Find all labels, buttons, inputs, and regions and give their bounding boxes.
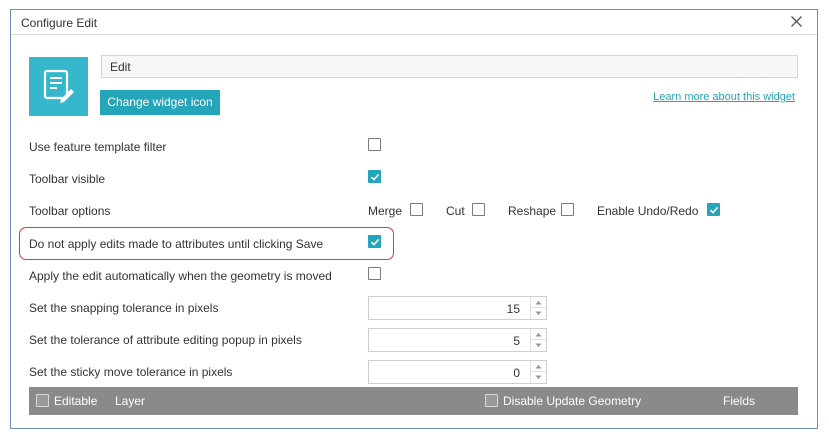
spin-up-icon[interactable] — [531, 297, 546, 308]
editable-column-header: Editable — [54, 394, 98, 408]
spin-down-icon[interactable] — [531, 372, 546, 383]
spin-up-icon[interactable] — [531, 361, 546, 372]
popup-tolerance-input[interactable]: 5 — [368, 328, 547, 352]
merge-option-label: Merge — [368, 204, 403, 218]
feature-template-filter-label: Use feature template filter — [29, 140, 167, 154]
toolbar-options-label: Toolbar options — [29, 204, 111, 218]
merge-checkbox[interactable] — [410, 203, 423, 216]
fields-column-header: Fields — [723, 394, 756, 408]
cut-checkbox[interactable] — [472, 203, 485, 216]
snapping-tolerance-spinner — [530, 297, 546, 319]
feature-template-filter-checkbox[interactable] — [368, 138, 381, 151]
widget-name-input[interactable] — [101, 55, 798, 78]
dialog-titlebar: Configure Edit — [11, 10, 817, 35]
undo-redo-option-label: Enable Undo/Redo — [597, 204, 699, 218]
toolbar-visible-checkbox[interactable] — [368, 170, 381, 183]
reshape-checkbox[interactable] — [561, 203, 574, 216]
toolbar-visible-label: Toolbar visible — [29, 172, 106, 186]
editable-all-checkbox[interactable] — [36, 394, 49, 407]
sticky-move-tolerance-label: Set the sticky move tolerance in pixels — [29, 365, 233, 379]
dialog-title: Configure Edit — [21, 16, 98, 30]
learn-more-link[interactable]: Learn more about this widget — [653, 91, 795, 103]
disable-update-geometry-header: Disable Update Geometry — [503, 394, 642, 408]
spin-down-icon[interactable] — [531, 308, 546, 319]
disable-update-geometry-checkbox[interactable] — [485, 394, 498, 407]
sticky-move-tolerance-value: 0 — [513, 366, 520, 380]
popup-tolerance-value: 5 — [513, 334, 520, 348]
popup-tolerance-label: Set the tolerance of attribute editing p… — [29, 333, 302, 347]
spin-up-icon[interactable] — [531, 329, 546, 340]
popup-tolerance-spinner — [530, 329, 546, 351]
cut-option-label: Cut — [446, 204, 465, 218]
snapping-tolerance-label: Set the snapping tolerance in pixels — [29, 301, 219, 315]
snapping-tolerance-value: 15 — [506, 302, 520, 316]
sticky-move-tolerance-spinner — [530, 361, 546, 383]
configure-edit-dialog: Configure Edit Change widget icon Learn … — [10, 9, 818, 429]
layer-table-header: Editable Layer Disable Update Geometry F… — [29, 387, 798, 415]
auto-apply-checkbox[interactable] — [368, 267, 381, 280]
delay-attribute-edits-checkbox[interactable] — [368, 235, 381, 248]
reshape-option-label: Reshape — [508, 204, 557, 218]
edit-form-icon — [29, 57, 88, 116]
auto-apply-label: Apply the edit automatically when the ge… — [29, 269, 332, 283]
close-icon[interactable] — [790, 15, 803, 28]
delay-attribute-edits-label: Do not apply edits made to attributes un… — [29, 237, 324, 251]
sticky-move-tolerance-input[interactable]: 0 — [368, 360, 547, 384]
change-widget-icon-button[interactable]: Change widget icon — [100, 90, 220, 115]
undo-redo-checkbox[interactable] — [707, 203, 720, 216]
snapping-tolerance-input[interactable]: 15 — [368, 296, 547, 320]
spin-down-icon[interactable] — [531, 340, 546, 351]
layer-column-header: Layer — [115, 394, 146, 408]
